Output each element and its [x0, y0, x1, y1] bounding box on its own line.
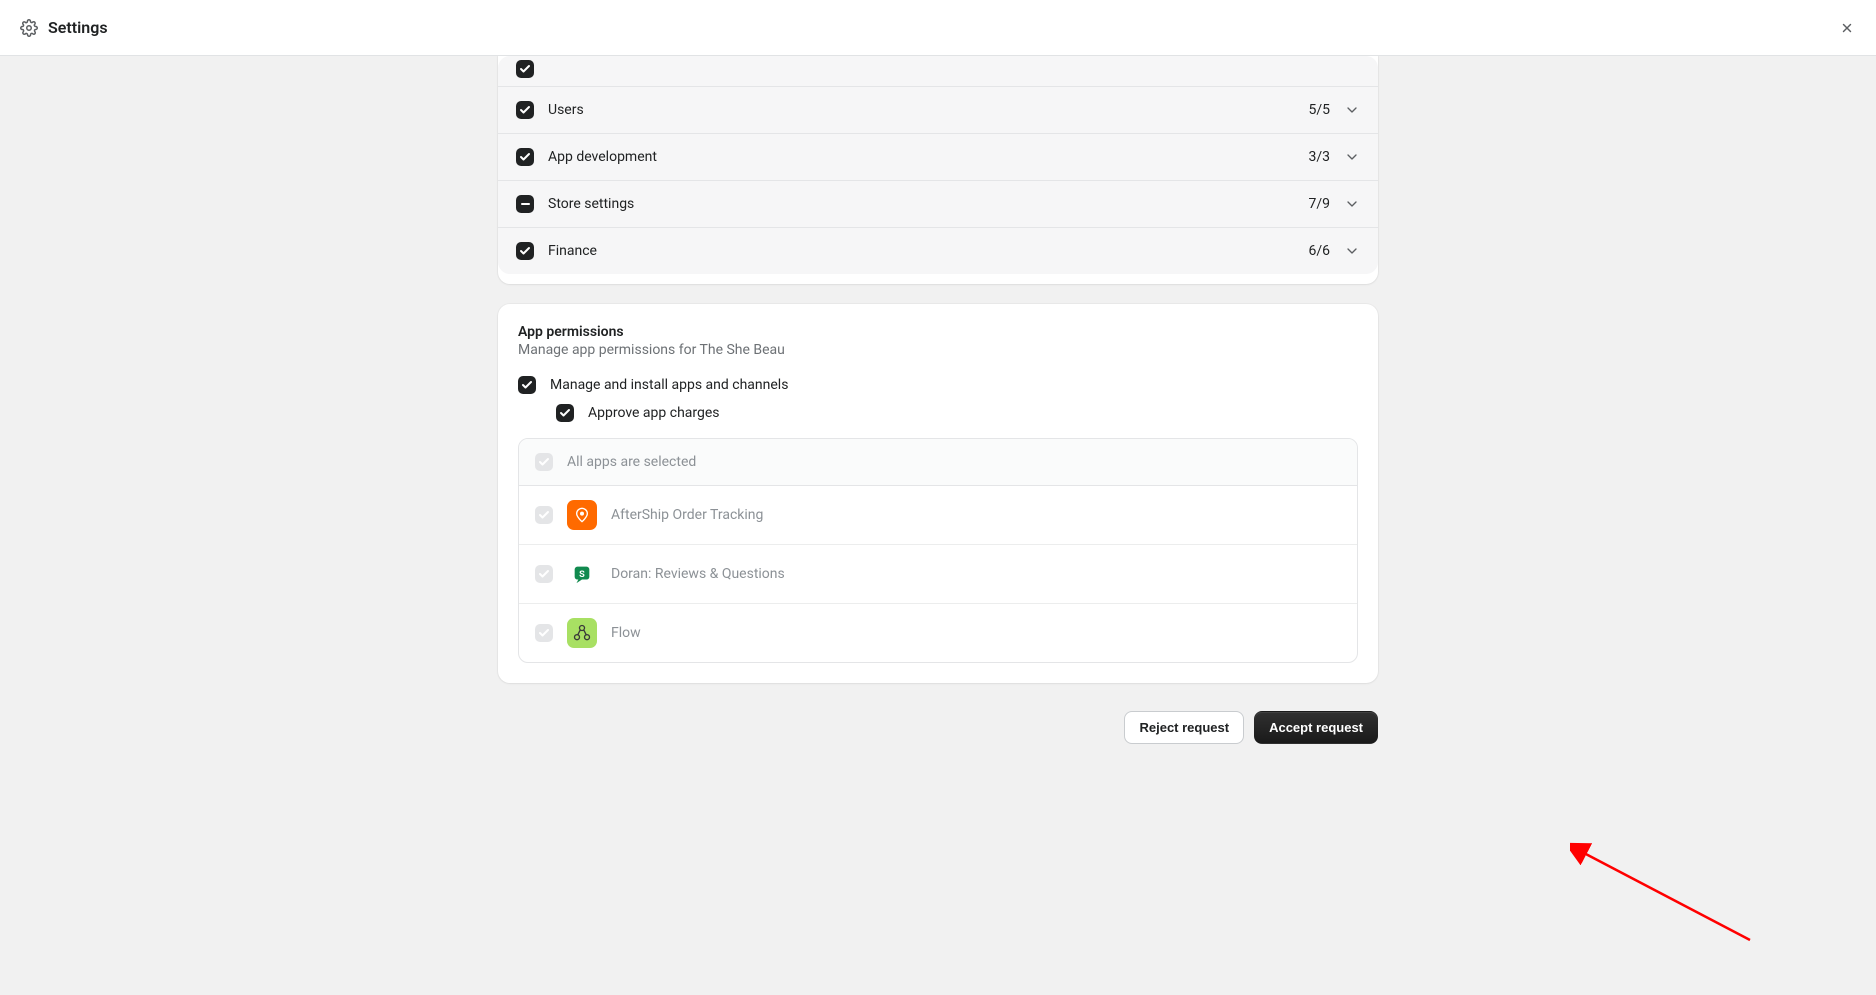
checkbox-icon[interactable] [516, 60, 534, 78]
permission-count: 6/6 [1308, 243, 1330, 259]
app-permissions-card: App permissions Manage app permissions f… [498, 304, 1378, 683]
chevron-down-icon [1344, 196, 1360, 212]
permission-row-finance[interactable]: Finance 6/6 [498, 227, 1378, 274]
app-icon-aftership [567, 500, 597, 530]
app-row-aftership: AfterShip Order Tracking [519, 486, 1357, 545]
permission-row-store-settings[interactable]: Store settings 7/9 [498, 180, 1378, 227]
permission-row-users[interactable]: Users 5/5 [498, 86, 1378, 133]
svg-text:S: S [579, 570, 585, 580]
app-name: Doran: Reviews & Questions [611, 566, 785, 582]
chevron-down-icon [1344, 102, 1360, 118]
accept-request-button[interactable]: Accept request [1254, 711, 1378, 744]
checkbox-disabled-icon [535, 565, 553, 583]
checkbox-icon[interactable] [516, 242, 534, 260]
app-list-header: All apps are selected [519, 439, 1357, 486]
checkbox-icon[interactable] [516, 148, 534, 166]
checkbox-disabled-icon [535, 453, 553, 471]
section-subtitle: Manage app permissions for The She Beau [518, 342, 1358, 358]
permission-row[interactable] [498, 56, 1378, 86]
checkbox-disabled-icon [535, 506, 553, 524]
close-icon[interactable] [1834, 15, 1860, 41]
gear-icon [20, 19, 38, 37]
store-permissions-card: Users 5/5 App development 3/3 [498, 56, 1378, 284]
approve-charges-checkbox-row[interactable]: Approve app charges [556, 404, 1358, 422]
checkbox-indeterminate-icon[interactable] [516, 195, 534, 213]
app-row-flow: Flow [519, 604, 1357, 662]
app-row-doran: S Doran: Reviews & Questions [519, 545, 1357, 604]
permission-count: 3/3 [1308, 149, 1330, 165]
app-name: AfterShip Order Tracking [611, 507, 763, 523]
permission-label: Finance [548, 243, 1308, 259]
app-list: All apps are selected AfterShip Order Tr… [518, 438, 1358, 663]
modal-header: Settings [0, 0, 1876, 56]
page-title: Settings [48, 18, 108, 37]
footer-actions: Reject request Accept request [498, 703, 1378, 774]
checkbox-label: Manage and install apps and channels [550, 377, 788, 393]
chevron-down-icon [1344, 149, 1360, 165]
checkbox-icon[interactable] [518, 376, 536, 394]
permission-label: Users [548, 102, 1308, 118]
reject-request-button[interactable]: Reject request [1124, 711, 1244, 744]
permission-count: 7/9 [1308, 196, 1330, 212]
chevron-down-icon [1344, 243, 1360, 259]
checkbox-icon[interactable] [556, 404, 574, 422]
permission-count: 5/5 [1308, 102, 1330, 118]
section-title: App permissions [518, 324, 1358, 340]
permission-label: App development [548, 149, 1308, 165]
checkbox-icon[interactable] [516, 101, 534, 119]
permission-row-app-development[interactable]: App development 3/3 [498, 133, 1378, 180]
app-icon-doran: S [567, 559, 597, 589]
permission-label: Store settings [548, 196, 1308, 212]
app-icon-flow [567, 618, 597, 648]
checkbox-label: Approve app charges [588, 405, 720, 421]
manage-apps-checkbox-row[interactable]: Manage and install apps and channels [518, 376, 1358, 394]
app-name: Flow [611, 625, 641, 641]
all-apps-selected-label: All apps are selected [567, 454, 696, 470]
arrow-annotation-icon [1570, 840, 1770, 950]
checkbox-disabled-icon [535, 624, 553, 642]
